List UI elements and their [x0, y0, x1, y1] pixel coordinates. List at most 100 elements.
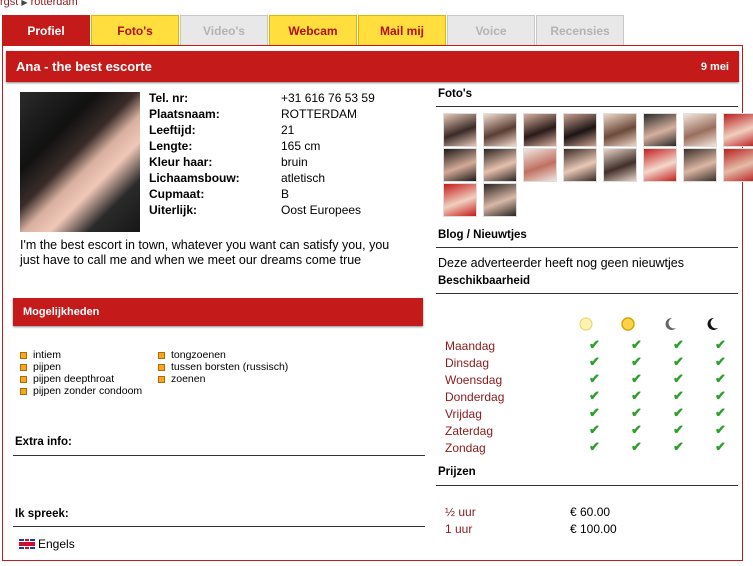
- info-row-cup: Cupmaat: B: [149, 186, 375, 202]
- morning-icon: [579, 317, 593, 331]
- photo-thumbnail[interactable]: [443, 113, 477, 147]
- tab-fotos[interactable]: Foto's: [91, 15, 179, 45]
- photo-thumbnail[interactable]: [563, 113, 597, 147]
- check-icon: ✔: [673, 405, 684, 420]
- price-duration: ½ uur: [445, 505, 476, 519]
- fotos-heading: Foto's: [438, 88, 473, 100]
- divider: [436, 106, 738, 107]
- profile-intro-text: I'm the best escort in town, whatever yo…: [20, 238, 390, 267]
- check-icon: ✔: [673, 439, 684, 454]
- breadcrumb-prev[interactable]: rgst: [0, 0, 18, 8]
- price-value: € 100.00: [570, 522, 617, 536]
- check-icon: ✔: [673, 422, 684, 437]
- check-icon: ✔: [715, 354, 726, 369]
- photo-thumbnail[interactable]: [523, 148, 557, 182]
- day-label: Zaterdag: [445, 424, 494, 438]
- divider: [436, 485, 738, 486]
- photo-thumbnail[interactable]: [723, 148, 753, 182]
- blog-text: Deze adverteerder heeft nog geen nieuwtj…: [438, 256, 684, 270]
- check-icon: ✔: [715, 422, 726, 437]
- info-label: Leeftijd:: [149, 123, 196, 137]
- language-label: Engels: [38, 537, 75, 551]
- uk-flag-icon: [19, 539, 35, 549]
- bullet-icon: [158, 363, 165, 371]
- bullet-icon: [158, 351, 165, 359]
- list-item: intiem: [20, 349, 142, 361]
- beschikbaarheid-heading: Beschikbaarheid: [438, 275, 531, 287]
- list-item-label: intiem: [33, 349, 62, 361]
- list-item: pijpen: [20, 361, 142, 373]
- profile-title: Ana - the best escorte: [16, 59, 152, 74]
- list-item-label: zoenen: [171, 373, 206, 385]
- photo-thumbnail[interactable]: [483, 113, 517, 147]
- profile-date: 9 mei: [700, 60, 729, 73]
- day-label: Donderdag: [445, 390, 505, 404]
- photo-thumbnail[interactable]: [643, 148, 677, 182]
- check-icon: ✔: [715, 439, 726, 454]
- check-icon: ✔: [715, 371, 726, 386]
- photo-thumbnail[interactable]: [723, 113, 753, 147]
- tab-webcam[interactable]: Webcam: [269, 15, 357, 45]
- photo-thumbnail[interactable]: [563, 148, 597, 182]
- check-icon: ✔: [631, 439, 642, 454]
- profile-info-table: Tel. nr: +31 616 76 53 59 Plaatsnaam: ROTT…: [149, 90, 375, 218]
- afternoon-icon: [621, 317, 635, 331]
- tab-profiel[interactable]: Profiel: [2, 15, 90, 45]
- photo-thumbnail[interactable]: [523, 113, 557, 147]
- photo-thumbnail[interactable]: [603, 148, 637, 182]
- breadcrumb-arrow-icon: ▶: [21, 0, 28, 7]
- info-value: ROTTERDAM: [281, 107, 357, 121]
- mogelijkheden-header: Mogelijkheden: [13, 298, 423, 326]
- list-item-label: pijpen: [33, 361, 62, 373]
- mogelijkheden-list-left: intiem pijpen pijpen deepthroat pijpen z…: [20, 349, 142, 397]
- check-icon: ✔: [715, 337, 726, 352]
- photo-thumbnail[interactable]: [443, 183, 477, 217]
- check-icon: ✔: [715, 405, 726, 420]
- tab-videos[interactable]: Video's: [180, 15, 268, 45]
- ik-spreek-heading: Ik spreek:: [15, 508, 69, 520]
- info-row-length: Lengte: 165 cm: [149, 138, 375, 154]
- photo-thumbnail[interactable]: [683, 148, 717, 182]
- prijzen-heading: Prijzen: [438, 466, 476, 478]
- bullet-icon: [20, 387, 27, 395]
- list-item: tussen borsten (russisch): [158, 361, 288, 373]
- divider: [13, 455, 425, 456]
- photo-thumbnail[interactable]: [683, 113, 717, 147]
- profile-title-bar: Ana - the best escorte 9 mei: [6, 51, 739, 82]
- photo-thumbnail[interactable]: [643, 113, 677, 147]
- info-row-age: Leeftijd: 21: [149, 122, 375, 138]
- check-icon: ✔: [589, 388, 600, 403]
- divider: [436, 293, 738, 294]
- day-label: Woensdag: [445, 373, 503, 387]
- photo-thumbnail[interactable]: [483, 148, 517, 182]
- extra-info-heading: Extra info:: [15, 436, 72, 448]
- tab-voice[interactable]: Voice: [447, 15, 535, 45]
- mogelijkheden-list-right: tongzoenen tussen borsten (russisch) zoe…: [158, 349, 288, 385]
- list-item: pijpen zonder condoom: [20, 385, 142, 397]
- price-duration: 1 uur: [445, 522, 473, 536]
- bullet-icon: [158, 375, 165, 383]
- breadcrumb: rgst ▶ rotterdam: [0, 0, 78, 8]
- tab-mail-mij[interactable]: Mail mij: [358, 15, 446, 45]
- check-icon: ✔: [589, 439, 600, 454]
- tab-recensies[interactable]: Recensies: [536, 15, 624, 45]
- list-item-label: tongzoenen: [171, 349, 226, 361]
- list-item: zoenen: [158, 373, 288, 385]
- photo-thumbnail[interactable]: [603, 113, 637, 147]
- info-label: Plaatsnaam:: [149, 107, 220, 121]
- check-icon: ✔: [631, 354, 642, 369]
- check-icon: ✔: [673, 354, 684, 369]
- tab-bar: Profiel Foto's Video's Webcam Mail mij V…: [2, 15, 625, 45]
- info-value: 165 cm: [281, 139, 321, 153]
- photo-thumbnail[interactable]: [483, 183, 517, 217]
- day-label: Dinsdag: [445, 356, 490, 370]
- info-row-hair: Kleur haar: bruin: [149, 154, 375, 170]
- info-value: B: [281, 187, 290, 201]
- night-icon: [707, 317, 718, 330]
- info-row-phone: Tel. nr: +31 616 76 53 59: [149, 90, 375, 106]
- profile-photo[interactable]: [20, 92, 140, 232]
- info-label: Lichaamsbouw:: [149, 171, 240, 185]
- photo-thumbnail[interactable]: [443, 148, 477, 182]
- info-label: Uiterlijk:: [149, 203, 198, 217]
- breadcrumb-current[interactable]: rotterdam: [31, 0, 78, 8]
